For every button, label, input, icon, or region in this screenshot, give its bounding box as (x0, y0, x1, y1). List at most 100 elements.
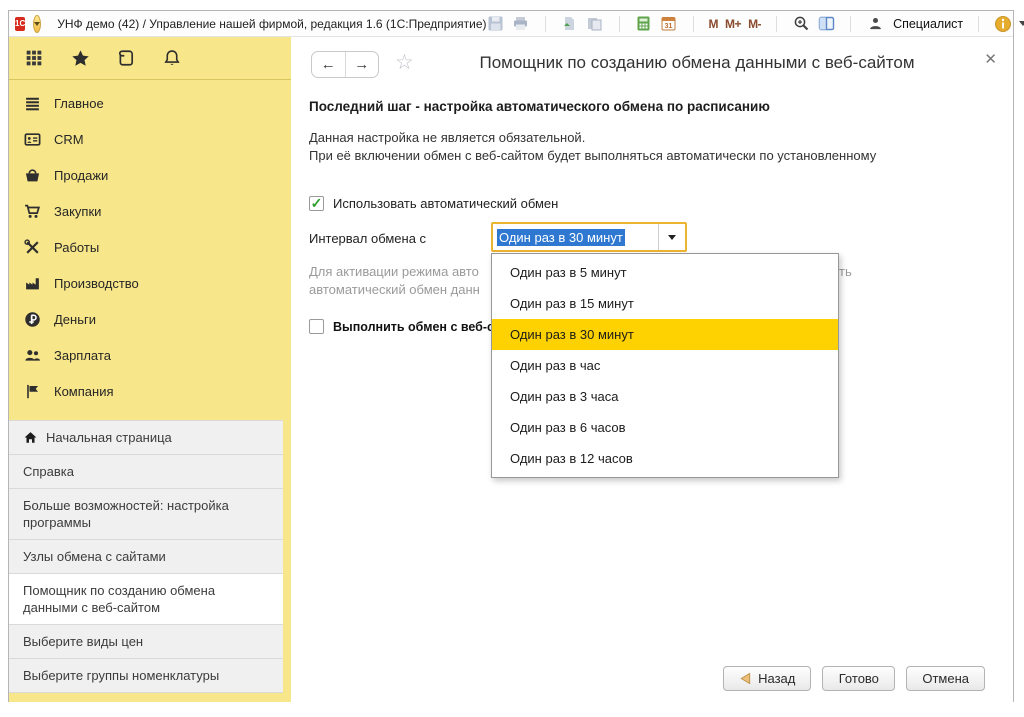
divider (619, 16, 620, 32)
interval-field[interactable]: Один раз в 30 минут (493, 224, 658, 250)
description-line-1: Данная настройка не является обязательно… (309, 130, 585, 145)
print-preview-button[interactable] (586, 15, 604, 33)
title-bar: 1С УНФ демо (42) / Управление нашей фирм… (9, 11, 1013, 37)
memory-subtract-button[interactable]: M- (748, 17, 761, 31)
sidebar-link-pomoshchnik-active[interactable]: Помощник по созданию обмена данными с ве… (9, 574, 283, 625)
file-upload-icon (561, 15, 578, 32)
sidebar-link-bolshe-vozmozhnostey[interactable]: Больше возможностей: настройка программы (9, 489, 283, 540)
floppy-icon (487, 15, 504, 32)
split-columns-icon (818, 15, 835, 32)
info-button[interactable] (994, 15, 1012, 33)
wizard-footer: Назад Готово Отмена (723, 666, 985, 691)
section-nav: Главное CRM Продажи Закупки Работы (9, 80, 291, 409)
home-icon (23, 430, 38, 445)
back-button[interactable]: Назад (723, 666, 811, 691)
history-button[interactable] (116, 48, 136, 68)
sidebar-item-dengi[interactable]: Деньги (9, 301, 291, 337)
dropdown-option[interactable]: Один раз в 12 часов (492, 443, 838, 474)
sidebar-item-crm[interactable]: CRM (9, 121, 291, 157)
dropdown-option[interactable]: Один раз в час (492, 350, 838, 381)
svg-text:31: 31 (665, 23, 673, 30)
sidebar-link-label: Начальная страница (46, 429, 172, 446)
basket-icon (24, 167, 41, 184)
sidebar-item-prodazhi[interactable]: Продажи (9, 157, 291, 193)
info-icon (994, 15, 1012, 33)
interval-dropdown-list: Один раз в 5 минут Один раз в 15 минут О… (491, 253, 839, 478)
memory-recall-button[interactable]: M (709, 17, 719, 31)
app-window: 1С УНФ демо (42) / Управление нашей фирм… (8, 10, 1014, 702)
notifications-button[interactable] (162, 48, 182, 68)
sidebar-item-label: Зарплата (54, 348, 111, 363)
save-button[interactable] (487, 15, 505, 33)
favorites-button[interactable] (70, 48, 90, 68)
interval-combobox[interactable]: Один раз в 30 минут (491, 222, 687, 252)
dropdown-option-selected[interactable]: Один раз в 30 минут (492, 319, 838, 350)
main-menu-button[interactable] (33, 15, 41, 33)
calendar-button[interactable]: 31 (660, 15, 678, 33)
interval-label: Интервал обмена с (309, 231, 426, 246)
sidebar-link-label: Справка (23, 464, 74, 479)
window-title: УНФ демо (42) / Управление нашей фирмой,… (57, 17, 486, 31)
auto-exchange-checkbox-row: ✓ Использовать автоматический обмен (309, 196, 558, 211)
sidebar-item-zakupki[interactable]: Закупки (9, 193, 291, 229)
bell-icon (163, 49, 181, 67)
send-file-button[interactable] (561, 15, 579, 33)
user-button[interactable] (866, 15, 884, 33)
sidebar-item-proizvodstvo[interactable]: Производство (9, 265, 291, 301)
calculator-icon (635, 15, 652, 32)
description-line-2: При её включении обмен с веб-сайтом буде… (309, 148, 876, 163)
divider (776, 16, 777, 32)
sidebar-item-raboty[interactable]: Работы (9, 229, 291, 265)
interval-dropdown-button[interactable] (658, 224, 685, 250)
dropdown-option[interactable]: Один раз в 5 минут (492, 257, 838, 288)
cancel-button[interactable]: Отмена (906, 666, 985, 691)
ruble-circle-icon (24, 311, 41, 328)
auto-exchange-checkbox[interactable]: ✓ (309, 196, 324, 211)
back-nav-button[interactable]: ← (312, 52, 346, 77)
sidebar-link-uzly-obmena[interactable]: Узлы обмена с сайтами (9, 540, 283, 574)
interval-selected-value: Один раз в 30 минут (497, 229, 625, 246)
dropdown-option[interactable]: Один раз в 3 часа (492, 381, 838, 412)
sidebar-link-vidy-tsen[interactable]: Выберите виды цен (9, 625, 283, 659)
current-user-label: Специалист (893, 17, 963, 31)
zoom-button[interactable] (792, 15, 810, 33)
hamburger-icon (24, 95, 41, 112)
favorite-star-icon[interactable]: ☆ (395, 50, 414, 75)
sidebar-link-home[interactable]: Начальная страница (9, 420, 283, 455)
cancel-button-label: Отмена (922, 671, 969, 686)
sidebar-item-zarplata[interactable]: Зарплата (9, 337, 291, 373)
done-button-label: Готово (839, 671, 879, 686)
close-icon[interactable]: ✕ (984, 50, 997, 68)
hint-line1-right: ть (839, 264, 852, 279)
sidebar-item-label: Работы (54, 240, 99, 255)
sidebar-link-spravka[interactable]: Справка (9, 455, 283, 489)
calculator-button[interactable] (635, 15, 653, 33)
1c-logo-icon: 1С (15, 17, 25, 31)
memory-add-button[interactable]: M+ (725, 17, 741, 31)
dropdown-option[interactable]: Один раз в 6 часов (492, 412, 838, 443)
sidebar-item-glavnoe[interactable]: Главное (9, 85, 291, 121)
tools-icon (24, 239, 41, 256)
split-view-button[interactable] (817, 15, 835, 33)
factory-icon (24, 275, 41, 292)
back-button-label: Назад (758, 671, 795, 686)
contact-card-icon (24, 131, 41, 148)
history-scroll-icon (117, 49, 135, 67)
divider (693, 16, 694, 32)
print-button[interactable] (512, 15, 530, 33)
sidebar-item-kompaniya[interactable]: Компания (9, 373, 291, 409)
chevron-down-icon[interactable] (1019, 21, 1024, 26)
caret-down-icon (668, 235, 676, 240)
sidebar-item-label: CRM (54, 132, 84, 147)
hint-line2-left: автоматический обмен данн (309, 282, 480, 297)
sections-menu-button[interactable] (24, 48, 44, 68)
done-button[interactable]: Готово (822, 666, 895, 691)
cart-icon (24, 203, 41, 220)
auto-exchange-label: Использовать автоматический обмен (333, 196, 558, 211)
dropdown-option[interactable]: Один раз в 15 минут (492, 288, 838, 319)
run-exchange-checkbox[interactable] (309, 319, 324, 334)
history-nav-group: ← → (311, 51, 379, 78)
sidebar-link-gruppy-nomenklatury[interactable]: Выберите группы номенклатуры (9, 659, 283, 693)
forward-nav-button[interactable]: → (346, 52, 379, 77)
divider (850, 16, 851, 32)
